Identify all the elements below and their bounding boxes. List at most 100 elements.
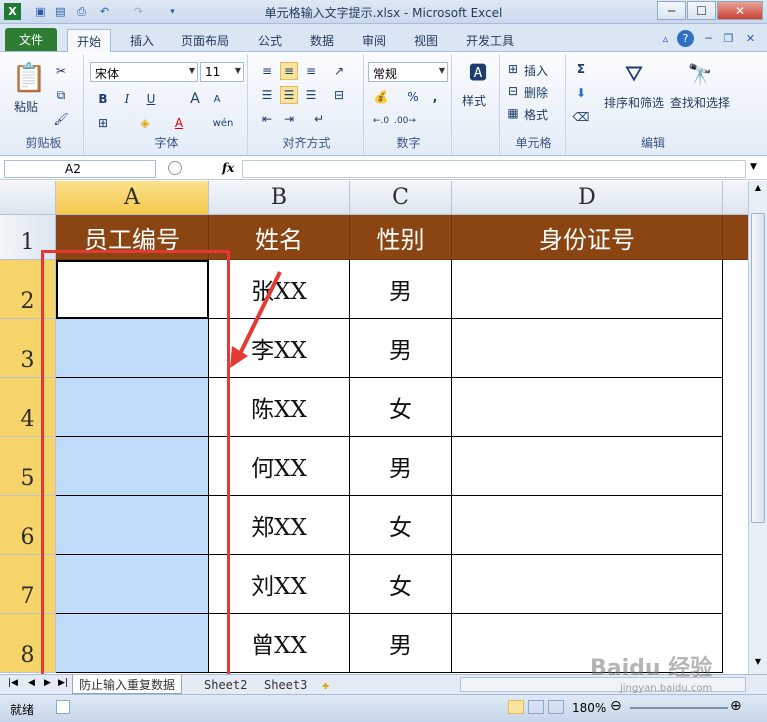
macro-record-icon[interactable] xyxy=(56,700,70,714)
delete-cells-button[interactable]: 删除 xyxy=(524,84,548,101)
paste-button[interactable]: 粘贴 xyxy=(14,98,38,115)
decrease-decimal-icon[interactable]: .00→ xyxy=(394,112,416,130)
name-box[interactable]: A2 xyxy=(4,160,156,178)
tab-view[interactable]: 视图 xyxy=(410,29,442,52)
page-layout-view-icon[interactable] xyxy=(528,700,544,714)
cut-icon[interactable]: ✂ xyxy=(52,62,70,80)
table-cell[interactable]: 刘XX xyxy=(209,555,350,614)
fill-icon[interactable]: ⬇ xyxy=(572,84,590,102)
zoom-level[interactable]: 180% xyxy=(572,701,606,715)
formula-input[interactable] xyxy=(242,160,746,178)
underline-button[interactable]: U xyxy=(142,90,160,108)
italic-button[interactable]: I xyxy=(118,90,136,108)
align-left-icon[interactable]: ☰ xyxy=(258,86,276,104)
header-cell-extra[interactable] xyxy=(723,215,748,260)
vertical-scrollbar[interactable]: ▲ ▼ xyxy=(748,181,767,674)
currency-icon[interactable]: 💰 xyxy=(372,88,390,106)
align-center-icon[interactable]: ☰ xyxy=(280,86,298,104)
column-header-d[interactable]: D xyxy=(452,181,723,215)
column-header-b[interactable]: B xyxy=(209,181,350,215)
maximize-button[interactable]: ☐ xyxy=(687,1,716,20)
scroll-up-icon[interactable]: ▲ xyxy=(751,183,765,197)
sheet-tab[interactable]: Sheet3 xyxy=(258,675,313,694)
table-cell[interactable]: 女 xyxy=(350,555,452,614)
header-cell[interactable]: 性别 xyxy=(350,215,452,260)
format-cells-button[interactable]: 格式 xyxy=(524,106,548,123)
column-header-c[interactable]: C xyxy=(350,181,452,215)
table-cell[interactable] xyxy=(452,260,723,319)
tab-file[interactable]: 文件 xyxy=(5,28,57,51)
delete-cells-icon[interactable]: ⊟ xyxy=(504,82,522,100)
table-cell[interactable]: 男 xyxy=(350,319,452,378)
table-cell[interactable]: 郑XX xyxy=(209,496,350,555)
font-size-select[interactable]: 11 ▼ xyxy=(200,62,244,82)
help-icon[interactable]: ? xyxy=(677,30,694,47)
table-cell[interactable] xyxy=(452,555,723,614)
insert-cells-icon[interactable]: ⊞ xyxy=(504,60,522,78)
sheet-tab[interactable]: Sheet2 xyxy=(198,675,253,694)
column-header-a[interactable]: A xyxy=(56,181,209,215)
table-cell[interactable]: 陈XX xyxy=(209,378,350,437)
grow-font-button[interactable]: A xyxy=(186,90,204,108)
format-cells-icon[interactable]: ▦ xyxy=(504,104,522,122)
zoom-in-icon[interactable]: ⊕ xyxy=(730,698,742,714)
prev-sheet-icon[interactable]: ◀ xyxy=(28,678,35,688)
table-cell[interactable]: 何XX xyxy=(209,437,350,496)
header-cell[interactable]: 身份证号 xyxy=(452,215,723,260)
sort-filter-button[interactable]: 排序和筛选 xyxy=(604,94,664,111)
formula-options-icon[interactable] xyxy=(168,161,182,175)
align-middle-icon[interactable]: ≡ xyxy=(280,62,298,80)
align-top-icon[interactable]: ≡ xyxy=(258,62,276,80)
find-select-button[interactable]: 查找和选择 xyxy=(670,94,730,111)
bold-button[interactable]: B xyxy=(94,90,112,108)
expand-formula-icon[interactable]: ▼ xyxy=(750,162,757,172)
increase-decimal-icon[interactable]: ←.0 xyxy=(372,112,390,130)
zoom-slider[interactable] xyxy=(630,707,728,709)
phonetic-button[interactable]: wén xyxy=(210,114,236,132)
percent-button[interactable]: % xyxy=(404,88,422,106)
merge-center-icon[interactable]: ⊟ xyxy=(330,86,348,104)
sort-filter-icon[interactable]: ⛛ xyxy=(620,60,648,88)
insert-function-button[interactable]: fx xyxy=(222,161,234,175)
last-sheet-icon[interactable]: ▶| xyxy=(58,678,68,688)
workbook-close-icon[interactable]: ✕ xyxy=(742,30,759,47)
collapse-ribbon-icon[interactable]: ▵ xyxy=(657,30,674,47)
table-cell[interactable]: 男 xyxy=(350,437,452,496)
decrease-indent-icon[interactable]: ⇤ xyxy=(258,110,276,128)
header-cell[interactable]: 姓名 xyxy=(209,215,350,260)
zoom-out-icon[interactable]: ⊖ xyxy=(610,698,622,714)
minimize-button[interactable]: ─ xyxy=(657,1,686,20)
orientation-icon[interactable]: ↗ xyxy=(330,62,348,80)
tab-page-layout[interactable]: 页面布局 xyxy=(177,29,233,52)
tab-home[interactable]: 开始 xyxy=(67,29,111,52)
workbook-minimize-icon[interactable]: ─ xyxy=(700,30,717,47)
align-bottom-icon[interactable]: ≡ xyxy=(302,62,320,80)
styles-button[interactable]: 样式 xyxy=(462,92,486,109)
copy-icon[interactable]: ⧉ xyxy=(52,86,70,104)
align-right-icon[interactable]: ☰ xyxy=(302,86,320,104)
format-painter-icon[interactable]: 🖌 xyxy=(52,110,70,128)
table-cell[interactable]: 女 xyxy=(350,378,452,437)
table-cell[interactable]: 男 xyxy=(350,260,452,319)
column-header-e[interactable] xyxy=(723,181,748,215)
select-all-corner[interactable] xyxy=(0,181,56,215)
page-break-view-icon[interactable] xyxy=(548,700,564,714)
styles-icon[interactable]: 🅰 xyxy=(466,60,490,84)
table-cell[interactable]: 女 xyxy=(350,496,452,555)
insert-cells-button[interactable]: 插入 xyxy=(524,62,548,79)
shrink-font-button[interactable]: A xyxy=(208,90,226,108)
table-cell[interactable] xyxy=(452,496,723,555)
tab-review[interactable]: 审阅 xyxy=(358,29,390,52)
table-cell[interactable] xyxy=(452,319,723,378)
scroll-thumb[interactable] xyxy=(751,213,765,523)
find-select-icon[interactable]: 🔭 xyxy=(686,60,714,88)
normal-view-icon[interactable] xyxy=(508,700,524,714)
tab-developer[interactable]: 开发工具 xyxy=(462,29,518,52)
new-sheet-icon[interactable]: ✚ xyxy=(316,675,335,694)
tab-insert[interactable]: 插入 xyxy=(126,29,158,52)
table-cell[interactable]: 曾XX xyxy=(209,614,350,673)
paste-icon[interactable]: 📋 xyxy=(12,60,47,94)
fill-color-icon[interactable]: ◈ xyxy=(136,114,154,132)
close-button[interactable]: ✕ xyxy=(717,1,763,20)
increase-indent-icon[interactable]: ⇥ xyxy=(280,110,298,128)
